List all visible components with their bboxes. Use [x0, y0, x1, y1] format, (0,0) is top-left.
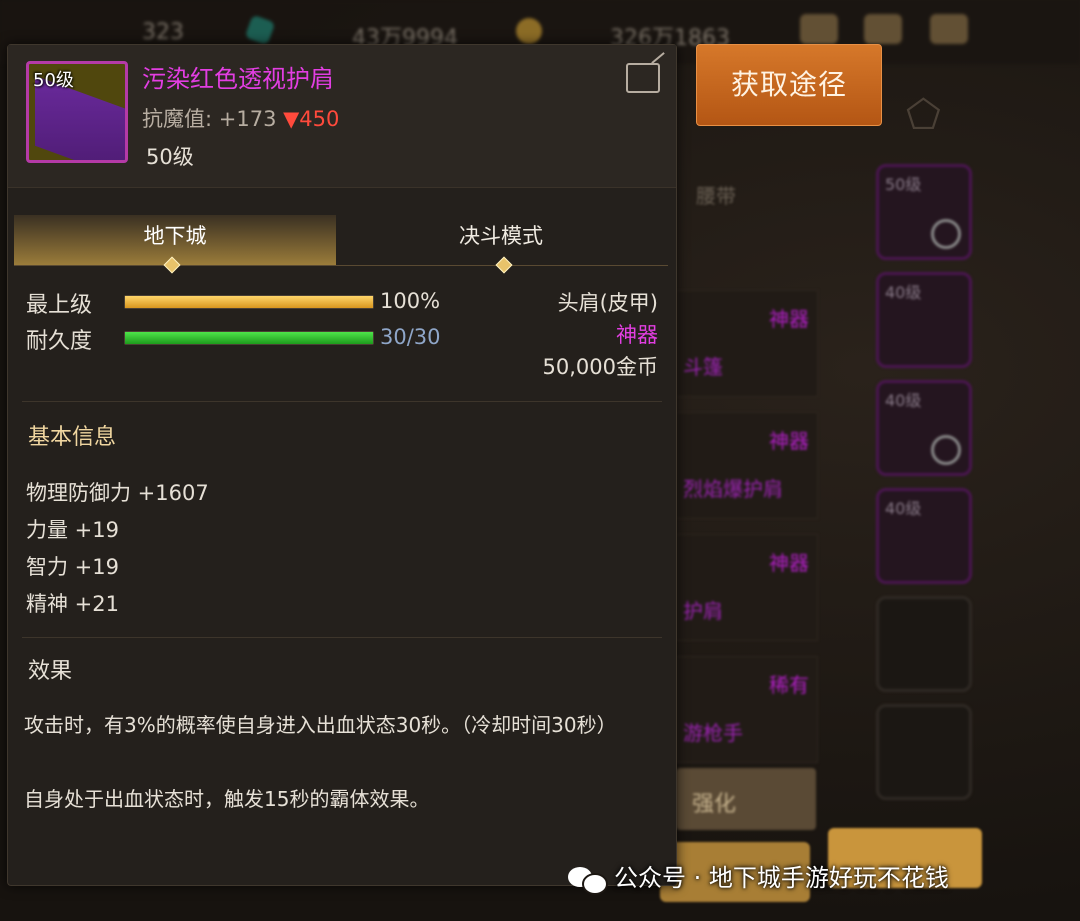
slot-level: 40级	[885, 283, 922, 302]
equipment-slot[interactable]: 40级	[876, 272, 972, 368]
item-level: 50级	[146, 145, 194, 169]
item-name: 污染红色透视护肩	[142, 65, 334, 93]
exp-bar	[124, 295, 374, 309]
list-item[interactable]: 神器 护肩	[676, 534, 818, 641]
mail-icon[interactable]	[864, 14, 902, 44]
exp-label: 最上级	[26, 293, 93, 318]
coin-icon	[516, 18, 542, 44]
basic-info-title: 基本信息	[28, 425, 117, 450]
equipment-slot[interactable]: 40级	[876, 488, 972, 584]
stat-label: 抗魔值:	[142, 107, 213, 131]
chat-icon[interactable]	[930, 14, 968, 44]
resource-1: 323	[142, 20, 184, 45]
rarity-tag: 稀有	[769, 673, 809, 697]
attr-line: 力量 +19	[26, 518, 119, 542]
enhance-label: 强化	[692, 792, 737, 817]
durability-label: 耐久度	[26, 329, 93, 354]
get-source-button[interactable]: 获取途径	[696, 44, 882, 126]
list-item[interactable]: 稀有 游枪手	[676, 656, 818, 763]
empty-slot[interactable]	[876, 596, 972, 692]
tooltip-header: 50级 污染红色透视护肩 抗魔值: +173 ▼450 50级	[8, 45, 676, 188]
durability-bar	[124, 331, 374, 345]
equipment-slot[interactable]: 50级	[876, 164, 972, 260]
rarity: 神器	[616, 323, 658, 347]
rarity-tag: 神器	[769, 429, 809, 453]
item-name: 斗篷	[683, 355, 723, 379]
attr-line: 物理防御力 +1607	[26, 481, 209, 505]
equipment-slot[interactable]: 40级	[876, 380, 972, 476]
effect-text-1: 攻击时，有3%的概率使自身进入出血状态30秒。（冷却时间30秒）	[24, 713, 617, 737]
item-name: 护肩	[683, 599, 723, 623]
item-name: 游枪手	[683, 721, 743, 745]
price: 50,000金币	[542, 355, 658, 379]
watermark: 公众号 · 地下城手游好玩不花钱	[568, 858, 949, 895]
magic-resist-line: 抗魔值: +173 ▼450	[142, 103, 339, 133]
enhance-button[interactable]: 强化	[676, 768, 816, 830]
durability-value: 30/30	[380, 325, 441, 349]
item-name: 烈焰爆护肩	[683, 477, 783, 501]
durability-bar-fill	[125, 332, 373, 344]
gem-icon	[244, 14, 276, 46]
icon-level: 50级	[33, 70, 74, 91]
effect-title: 效果	[28, 659, 73, 684]
slot-type: 头肩(皮甲)	[557, 291, 658, 315]
slot-level: 50级	[885, 175, 922, 194]
blocked-icon	[931, 219, 961, 249]
stat-value: +173	[218, 107, 277, 131]
slot-level: 40级	[885, 391, 922, 410]
shop-icon[interactable]	[800, 14, 838, 44]
item-tooltip: 50级 污染红色透视护肩 抗魔值: +173 ▼450 50级 地下城 决斗模式…	[7, 44, 677, 886]
inventory-area: 腰带 神器 斗篷 神器 烈焰爆护肩 神器 护肩 稀有 游枪手 强化 50级 40…	[676, 140, 976, 920]
tab-dungeon[interactable]: 地下城	[14, 215, 336, 265]
empty-slot[interactable]	[876, 704, 972, 800]
effect-text-2: 自身处于出血状态时，触发15秒的霸体效果。	[24, 787, 430, 811]
rarity-tag: 神器	[769, 551, 809, 575]
attr-line: 精神 +21	[26, 592, 119, 616]
exp-value: 100%	[380, 289, 441, 313]
rarity-tag: 神器	[769, 307, 809, 331]
item-icon: 50级	[26, 61, 128, 163]
blocked-icon	[931, 435, 961, 465]
list-tab[interactable]: 腰带	[696, 180, 736, 209]
stat-diff: ▼450	[283, 107, 340, 131]
wechat-icon	[568, 865, 608, 895]
tab-divider	[14, 265, 668, 266]
watermark-text: 公众号 · 地下城手游好玩不花钱	[614, 864, 949, 892]
divider	[22, 401, 662, 402]
pentagon-icon: ⬠	[906, 92, 941, 138]
list-item[interactable]: 神器 斗篷	[676, 290, 818, 397]
slot-level: 40级	[885, 499, 922, 518]
list-item[interactable]: 神器 烈焰爆护肩	[676, 412, 818, 519]
divider	[22, 637, 662, 638]
share-icon[interactable]	[626, 63, 660, 93]
mode-tabs: 地下城 决斗模式	[14, 215, 668, 267]
tab-duel[interactable]: 决斗模式	[340, 215, 662, 265]
attr-line: 智力 +19	[26, 555, 119, 579]
exp-bar-fill	[125, 296, 373, 308]
